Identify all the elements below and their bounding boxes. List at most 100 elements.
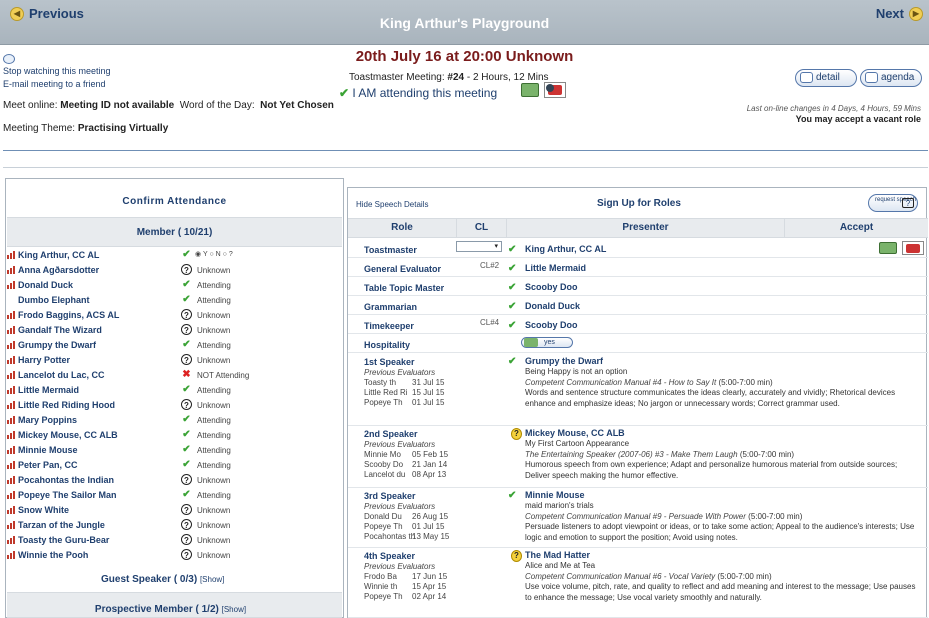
agenda-button[interactable]: agenda [860, 69, 922, 87]
show-guests-link[interactable]: [Show] [200, 575, 224, 584]
member-name[interactable]: Minnie Mouse [18, 445, 78, 455]
chart-icon[interactable] [7, 281, 16, 289]
attendance-status: Unknown [197, 266, 231, 275]
check-icon: ✔ [182, 249, 191, 260]
presenter-name[interactable]: Scooby Doo [525, 320, 578, 330]
member-row: Toasty the Guru-Bear? Unknown [7, 533, 343, 548]
speech-objectives: Persuade listeners to adopt viewpoint or… [525, 522, 915, 542]
member-name[interactable]: Harry Potter [18, 355, 70, 365]
speaker-name[interactable]: The Mad Hatter [525, 550, 590, 560]
chart-icon[interactable] [7, 251, 16, 259]
detail-button[interactable]: detail [795, 69, 857, 87]
chart-icon[interactable] [7, 356, 16, 364]
member-name[interactable]: Peter Pan, CC [18, 460, 78, 470]
chart-icon[interactable] [7, 341, 16, 349]
attending-status[interactable]: ✔ I AM attending this meeting [339, 86, 497, 100]
check-icon: ✔ [182, 459, 191, 470]
request-speech-button[interactable]: request speech? [868, 194, 918, 212]
attendance-status: Attending [197, 281, 231, 290]
decline-role-icon[interactable] [902, 241, 924, 255]
evaluator-name: Popeye Th [364, 522, 403, 531]
previous-evaluators: Previous Evaluators Donald Du 26 Aug 15 Pop… [364, 502, 449, 542]
role-name[interactable]: Timekeeper [364, 321, 414, 331]
member-name[interactable]: Anna Agðarsdotter [18, 265, 99, 275]
decline-icon[interactable] [544, 82, 566, 98]
meeting-summary: Toastmaster Meeting: #24 - 2 Hours, 12 M… [349, 72, 549, 83]
member-name[interactable]: Tarzan of the Jungle [18, 520, 105, 530]
radio-icon[interactable]: ○ [209, 251, 213, 258]
detail-label: detail [816, 72, 840, 83]
chart-icon[interactable] [7, 536, 16, 544]
chart-icon[interactable] [7, 326, 16, 334]
presenter-name[interactable]: Little Mermaid [525, 263, 586, 273]
hospitality-yes-button[interactable]: yes [521, 337, 573, 348]
divider [3, 150, 928, 151]
chart-icon[interactable] [7, 521, 16, 529]
speaker-name[interactable]: Mickey Mouse, CC ALB [525, 428, 625, 438]
speaker-slot[interactable]: 3rd Speaker [364, 491, 416, 501]
presenter-name[interactable]: Donald Duck [525, 301, 580, 311]
cl-select[interactable]: ▾ [456, 241, 502, 252]
speech-objectives: Humorous speech from own experience; Ada… [525, 460, 898, 480]
member-name[interactable]: Toasty the Guru-Bear [18, 535, 109, 545]
next-button[interactable]: Next ▶ [876, 6, 923, 21]
member-name[interactable]: Snow White [18, 505, 69, 515]
member-name[interactable]: Lancelot du Lac, CC [18, 370, 105, 380]
member-name[interactable]: Popeye The Sailor Man [18, 490, 117, 500]
speaker-name[interactable]: Minnie Mouse [525, 490, 585, 500]
radio-icon[interactable]: ○ [223, 251, 227, 258]
member-name[interactable]: Gandalf The Wizard [18, 325, 102, 335]
speech-bubble-icon: ? [902, 198, 914, 208]
accept-role-icon[interactable] [879, 242, 897, 254]
member-name[interactable]: Mickey Mouse, CC ALB [18, 430, 118, 440]
presenter-name[interactable]: King Arthur, CC AL [525, 244, 606, 254]
chart-icon[interactable] [7, 266, 16, 274]
show-prospective-link[interactable]: [Show] [222, 605, 246, 614]
member-name[interactable]: Winnie the Pooh [18, 550, 88, 560]
chart-icon[interactable] [7, 311, 16, 319]
member-name[interactable]: Little Red Riding Hood [18, 400, 115, 410]
role-name[interactable]: Table Topic Master [364, 283, 444, 293]
member-name[interactable]: King Arthur, CC AL [18, 250, 99, 260]
radio-icon[interactable]: ◉ [195, 251, 201, 258]
accept-icon[interactable] [521, 83, 539, 97]
chart-icon[interactable] [7, 476, 16, 484]
chart-icon[interactable] [7, 416, 16, 424]
prospective-title: Prospective Member ( 1/2) [Show] [0, 604, 342, 615]
speaker-slot[interactable]: 2nd Speaker [364, 429, 418, 439]
hide-speech-details-link[interactable]: Hide Speech Details [356, 200, 428, 209]
chart-icon[interactable] [7, 461, 16, 469]
member-name[interactable]: Dumbo Elephant [18, 295, 90, 305]
member-name[interactable]: Grumpy the Dwarf [18, 340, 96, 350]
chart-icon[interactable] [7, 551, 16, 559]
role-row: Hospitality yes [348, 334, 928, 353]
presenter-name[interactable]: Scooby Doo [525, 282, 578, 292]
stop-watching-link[interactable]: Stop watching this meeting [3, 66, 111, 76]
speaker-slot[interactable]: 1st Speaker [364, 357, 415, 367]
chart-icon[interactable] [7, 401, 16, 409]
chart-icon[interactable] [7, 491, 16, 499]
member-row: Mary Poppins ✔ Attending [7, 413, 343, 428]
member-name[interactable]: Frodo Baggins, ACS AL [18, 310, 119, 320]
chart-icon[interactable] [7, 446, 16, 454]
email-friend-link[interactable]: E-mail meeting to a friend [3, 79, 106, 89]
attendance-radio-group[interactable]: ◉ Y ○ N ○ ? [195, 250, 233, 258]
member-name[interactable]: Little Mermaid [18, 385, 79, 395]
attending-label: I AM attending this meeting [352, 86, 498, 100]
member-name[interactable]: Mary Poppins [18, 415, 77, 425]
member-name[interactable]: Donald Duck [18, 280, 73, 290]
role-name[interactable]: Toastmaster [364, 245, 417, 255]
role-name[interactable]: Grammarian [364, 302, 417, 312]
role-name[interactable]: General Evaluator [364, 264, 441, 274]
prev-evaluator: Popeye Th 02 Apr 14 [364, 592, 447, 602]
member-name[interactable]: Pocahontas the Indian [18, 475, 114, 485]
evaluator-date: 01 Jul 15 [412, 522, 445, 531]
chart-icon[interactable] [7, 386, 16, 394]
speaker-name[interactable]: Grumpy the Dwarf [525, 356, 603, 366]
role-name[interactable]: Hospitality [364, 340, 410, 350]
chart-icon[interactable] [7, 506, 16, 514]
chart-icon[interactable] [7, 431, 16, 439]
question-icon: ? [181, 504, 192, 515]
speaker-slot[interactable]: 4th Speaker [364, 551, 415, 561]
chart-icon[interactable] [7, 371, 16, 379]
